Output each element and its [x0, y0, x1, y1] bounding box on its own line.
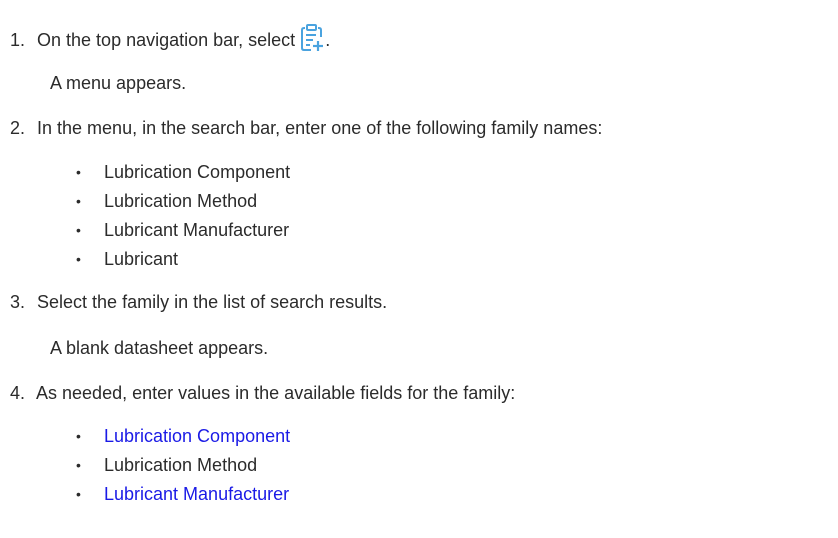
list-item: • Lubricant Manufacturer: [76, 484, 289, 505]
list-item: • Lubrication Method: [76, 455, 257, 476]
bullet-icon: •: [76, 193, 81, 209]
step-text: On the top navigation bar, select: [37, 30, 301, 50]
new-record-icon: [301, 24, 325, 52]
step-number: 2.: [10, 118, 26, 138]
list-item: • Lubricant: [76, 249, 178, 270]
step-number: 1.: [10, 30, 26, 50]
list-item: • Lubricant Manufacturer: [76, 220, 289, 241]
lubricant-manufacturer-link[interactable]: Lubricant Manufacturer: [104, 484, 289, 505]
bullet-icon: •: [76, 457, 81, 473]
bullet-icon: •: [76, 251, 81, 267]
family-name: Lubrication Component: [104, 162, 291, 182]
family-name: Lubrication Method: [104, 191, 258, 211]
step-number: 3.: [10, 292, 26, 312]
step-3-result: A blank datasheet appears.: [50, 338, 269, 358]
step-text: Select the family in the list of search …: [37, 292, 388, 312]
list-item: • Lubrication Component: [76, 162, 290, 183]
family-name: Lubricant Manufacturer: [104, 220, 290, 240]
field-family-name: Lubrication Method: [104, 455, 258, 475]
list-item: • Lubrication Method: [76, 191, 257, 212]
step-3: 3. Select the family in the list of sear…: [10, 292, 387, 313]
step-2: 2. In the menu, in the search bar, enter…: [10, 118, 602, 139]
family-name: Lubricant: [104, 249, 179, 269]
bullet-icon: •: [76, 222, 81, 238]
step-1-result: A menu appears.: [50, 73, 187, 93]
bullet-icon: •: [76, 486, 81, 502]
step-number: 4.: [10, 383, 26, 403]
bullet-icon: •: [76, 428, 81, 444]
step-4: 4. As needed, enter values in the availa…: [10, 383, 515, 404]
bullet-icon: •: [76, 164, 81, 180]
list-item: • Lubrication Component: [76, 426, 290, 447]
step-text-end: .: [325, 30, 331, 50]
step-1: 1. On the top navigation bar, select .: [10, 24, 330, 52]
step-text: As needed, enter values in the available…: [36, 383, 516, 403]
step-text: In the menu, in the search bar, enter on…: [37, 118, 603, 138]
lubrication-component-link[interactable]: Lubrication Component: [104, 426, 290, 447]
